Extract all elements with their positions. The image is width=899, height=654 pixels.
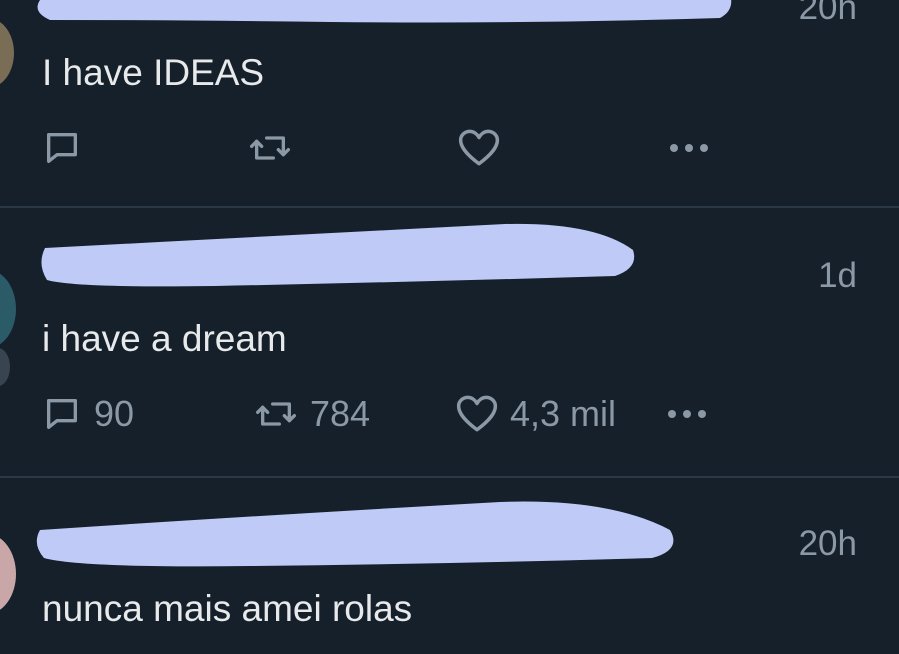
tweet-2[interactable]: 1d i have a dream 90 784 4,3 mil: [0, 208, 899, 476]
timeline-feed: 20h I have IDEAS 1d i have a dream 90 78…: [0, 0, 899, 654]
reply-icon: [42, 128, 82, 168]
reply-icon: [42, 394, 82, 434]
tweet-1[interactable]: 20h I have IDEAS: [0, 0, 899, 206]
retweet-button[interactable]: 784: [254, 392, 370, 436]
tweet-text: I have IDEAS: [42, 52, 265, 93]
more-button[interactable]: [670, 126, 708, 170]
more-icon: [668, 410, 706, 418]
reply-count: 90: [94, 393, 135, 434]
reply-button[interactable]: [42, 126, 82, 170]
heart-icon: [458, 128, 500, 168]
thread-indicator: [0, 348, 10, 386]
more-button[interactable]: [668, 392, 706, 436]
retweet-icon: [248, 128, 292, 168]
redacted-username: [36, 501, 674, 567]
like-button[interactable]: [458, 126, 500, 170]
avatar[interactable]: [0, 270, 16, 348]
more-icon: [670, 144, 708, 152]
timestamp: 1d: [818, 256, 857, 295]
timestamp: 20h: [798, 0, 857, 27]
reply-button[interactable]: 90: [42, 392, 134, 436]
retweet-button[interactable]: [248, 126, 292, 170]
tweet-text: i have a dream: [42, 318, 287, 359]
heart-icon: [456, 394, 498, 434]
redacted-username: [37, 0, 732, 23]
avatar[interactable]: [0, 18, 14, 88]
tweet-actions: [42, 126, 742, 170]
tweet-text: nunca mais amei rolas: [42, 588, 413, 629]
timestamp: 20h: [798, 524, 857, 563]
retweet-icon: [254, 394, 298, 434]
like-button[interactable]: 4,3 mil: [456, 392, 616, 436]
like-count: 4,3 mil: [510, 393, 617, 434]
tweet-actions: 90 784 4,3 mil: [42, 392, 742, 436]
retweet-count: 784: [310, 393, 371, 434]
tweet-3[interactable]: 20h nunca mais amei rolas: [0, 478, 899, 654]
redacted-username: [41, 223, 635, 287]
avatar[interactable]: [0, 534, 16, 614]
